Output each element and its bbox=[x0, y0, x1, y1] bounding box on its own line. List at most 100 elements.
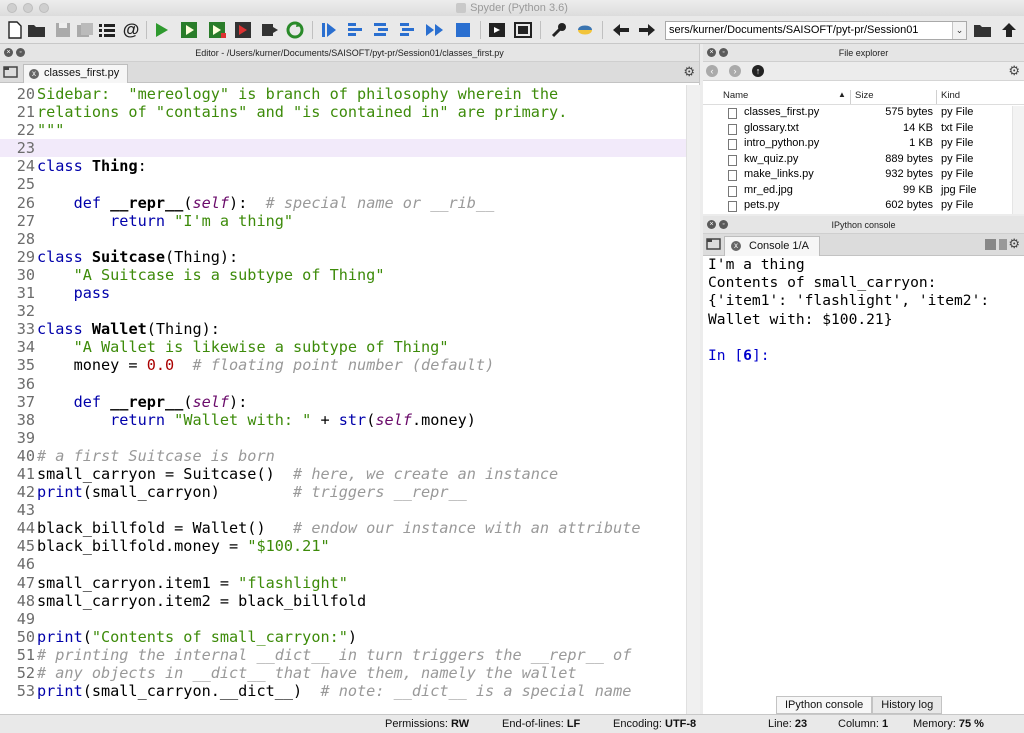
step-into-icon[interactable] bbox=[318, 19, 340, 41]
at-icon[interactable]: @ bbox=[120, 19, 142, 41]
minimize-window-button[interactable] bbox=[23, 3, 33, 13]
code-line[interactable]: 20 Sidebar: "mereology" is branch of phil… bbox=[0, 85, 686, 103]
rerun-icon[interactable] bbox=[258, 19, 280, 41]
code-line[interactable]: 50 print("Contents of small_carryon:") bbox=[0, 628, 686, 646]
code-line[interactable]: 33 class Wallet(Thing): bbox=[0, 320, 686, 338]
code-line[interactable]: 26 def __repr__(self): # special name or… bbox=[0, 194, 686, 212]
step-return-icon[interactable] bbox=[370, 19, 392, 41]
code-line[interactable]: 53 print(small_carryon.__dict__) # note: … bbox=[0, 682, 686, 700]
browse-tabs-icon[interactable] bbox=[706, 237, 722, 251]
code-line[interactable]: 45 black_billfold.money = "$100.21" bbox=[0, 537, 686, 555]
code-line[interactable]: 29 class Suitcase(Thing): bbox=[0, 248, 686, 266]
code-line[interactable]: 24 class Thing: bbox=[0, 157, 686, 175]
forward-arrow-icon[interactable] bbox=[636, 19, 658, 41]
continue-icon[interactable] bbox=[424, 19, 446, 41]
close-pane-icon[interactable]: × bbox=[4, 48, 13, 57]
code-line[interactable]: 52 # any objects in __dict__ that have th… bbox=[0, 664, 686, 682]
file-row[interactable]: classes_first.py 575 bytes py File bbox=[703, 105, 1024, 121]
code-line[interactable]: 51 # printing the internal __dict__ in tu… bbox=[0, 646, 686, 664]
file-explorer-scrollbar[interactable] bbox=[1012, 106, 1024, 214]
file-row[interactable]: pets.py 602 bytes py File bbox=[703, 198, 1024, 214]
new-file-icon[interactable] bbox=[4, 19, 26, 41]
close-tab-icon[interactable]: x bbox=[29, 69, 39, 79]
column-kind[interactable]: Kind bbox=[941, 90, 960, 101]
code-line[interactable]: 39 bbox=[0, 429, 686, 447]
tab-classes-first[interactable]: x classes_first.py bbox=[23, 64, 129, 83]
code-line[interactable]: 41 small_carryon = Suitcase() # here, we … bbox=[0, 465, 686, 483]
editor-scrollbar[interactable] bbox=[686, 85, 700, 714]
code-line[interactable]: 47 small_carryon.item1 = "flashlight" bbox=[0, 574, 686, 592]
tab-history-log[interactable]: History log bbox=[872, 696, 943, 714]
close-pane-icon[interactable]: × bbox=[707, 220, 716, 229]
forward-icon[interactable]: › bbox=[729, 65, 741, 77]
gear-icon[interactable]: ⚙ bbox=[683, 65, 695, 79]
code-line[interactable]: 31 pass bbox=[0, 284, 686, 302]
step-over-icon[interactable] bbox=[344, 19, 366, 41]
code-line[interactable]: 40 # a first Suitcase is born bbox=[0, 447, 686, 465]
back-icon[interactable]: ‹ bbox=[706, 65, 718, 77]
save-all-icon[interactable] bbox=[74, 19, 96, 41]
python-path-icon[interactable] bbox=[574, 19, 596, 41]
console-output[interactable]: I'm a thing Contents of small_carryon: {'i… bbox=[703, 256, 1024, 365]
code-line[interactable]: 28 bbox=[0, 230, 686, 248]
preferences-icon[interactable] bbox=[548, 19, 570, 41]
code-line[interactable]: 49 bbox=[0, 610, 686, 628]
code-line[interactable]: 37 def __repr__(self): bbox=[0, 393, 686, 411]
stop-kernel-icon[interactable] bbox=[985, 239, 996, 250]
close-window-button[interactable] bbox=[7, 3, 17, 13]
run-icon[interactable] bbox=[150, 19, 172, 41]
code-line[interactable]: 46 bbox=[0, 555, 686, 573]
code-line[interactable]: 27 return "I'm a thing" bbox=[0, 212, 686, 230]
maximize-icon[interactable] bbox=[486, 19, 508, 41]
console-prompt[interactable]: In [6]: bbox=[708, 347, 1024, 365]
run-selection-icon[interactable] bbox=[232, 19, 254, 41]
file-row[interactable]: make_links.py 932 bytes py File bbox=[703, 167, 1024, 183]
code-line[interactable]: 38 return "Wallet with: " + str(self.mon… bbox=[0, 411, 686, 429]
file-row[interactable]: glossary.txt 14 KB txt File bbox=[703, 121, 1024, 137]
close-pane-icon[interactable]: × bbox=[707, 48, 716, 57]
code-line[interactable]: 21 relations of "contains" and "is contai… bbox=[0, 103, 686, 121]
file-row[interactable]: intro_python.py 1 KB py File bbox=[703, 136, 1024, 152]
fullscreen-icon[interactable] bbox=[512, 19, 534, 41]
close-tab-icon[interactable]: x bbox=[731, 241, 741, 251]
debug-step-icon[interactable] bbox=[284, 19, 306, 41]
up-arrow-icon[interactable] bbox=[998, 19, 1020, 41]
undock-pane-icon[interactable]: ◦ bbox=[719, 48, 728, 57]
column-size[interactable]: Size bbox=[855, 90, 873, 101]
code-line[interactable]: 48 small_carryon.item2 = black_billfold bbox=[0, 592, 686, 610]
code-line[interactable]: 42 print(small_carryon) # triggers __repr… bbox=[0, 483, 686, 501]
working-directory-input[interactable]: sers/kurner/Documents/SAISOFT/pyt-pr/Ses… bbox=[665, 21, 967, 40]
undock-pane-icon[interactable]: ◦ bbox=[16, 48, 25, 57]
run-cell-icon[interactable] bbox=[178, 19, 200, 41]
save-icon[interactable] bbox=[52, 19, 74, 41]
back-arrow-icon[interactable] bbox=[610, 19, 632, 41]
open-folder-icon[interactable] bbox=[26, 19, 48, 41]
run-cell-advance-icon[interactable] bbox=[206, 19, 228, 41]
tab-ipython-console[interactable]: IPython console bbox=[776, 696, 873, 714]
code-line[interactable]: 36 bbox=[0, 375, 686, 393]
gear-icon[interactable]: ⚙ bbox=[1008, 64, 1020, 78]
browse-tabs-icon[interactable] bbox=[3, 65, 19, 79]
file-row[interactable]: kw_quiz.py 889 bytes py File bbox=[703, 152, 1024, 168]
code-line[interactable]: 34 "A Wallet is likewise a subtype of Th… bbox=[0, 338, 686, 356]
step-out-icon[interactable] bbox=[396, 19, 418, 41]
options-icon[interactable] bbox=[999, 239, 1007, 250]
stop-debug-icon[interactable] bbox=[452, 19, 474, 41]
code-line[interactable]: 25 bbox=[0, 175, 686, 193]
undock-pane-icon[interactable]: ◦ bbox=[719, 220, 728, 229]
code-line[interactable]: 30 "A Suitcase is a subtype of Thing" bbox=[0, 266, 686, 284]
gear-icon[interactable]: ⚙ bbox=[1008, 237, 1020, 251]
code-line[interactable]: 23 bbox=[0, 139, 686, 158]
parent-directory-icon[interactable]: ↑ bbox=[752, 65, 764, 77]
zoom-window-button[interactable] bbox=[39, 3, 49, 13]
code-line[interactable]: 22 """ bbox=[0, 121, 686, 139]
code-area[interactable]: 20 Sidebar: "mereology" is branch of phil… bbox=[0, 85, 686, 714]
column-name[interactable]: Name bbox=[723, 90, 748, 101]
code-line[interactable]: 35 money = 0.0 # floating point number (… bbox=[0, 356, 686, 374]
code-line[interactable]: 43 bbox=[0, 501, 686, 519]
browse-folder-icon[interactable] bbox=[972, 19, 994, 41]
file-row[interactable]: mr_ed.jpg 99 KB jpg File bbox=[703, 183, 1024, 199]
tab-console-1[interactable]: x Console 1/A bbox=[724, 236, 820, 256]
code-line[interactable]: 32 bbox=[0, 302, 686, 320]
chevron-down-icon[interactable]: ⌄ bbox=[952, 22, 966, 39]
